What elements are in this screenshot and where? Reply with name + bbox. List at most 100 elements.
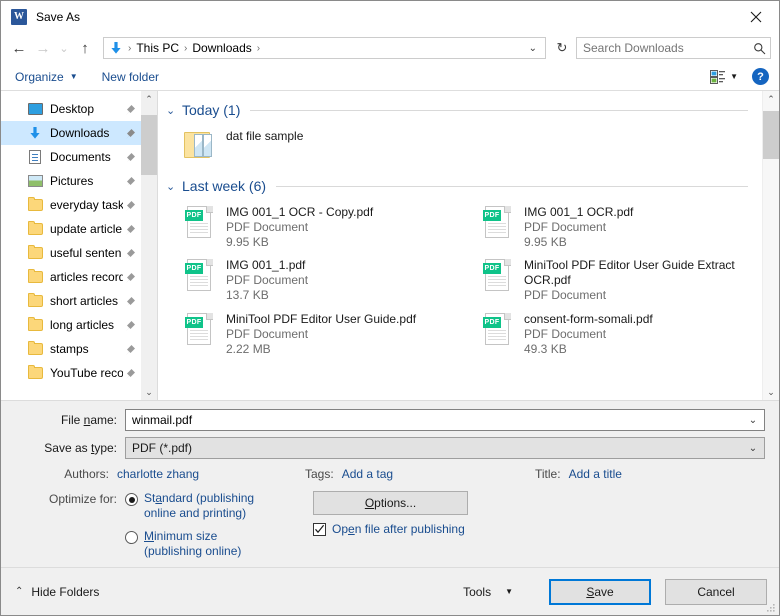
chevron-down-icon[interactable]: ⌄ <box>742 415 764 426</box>
hide-folders-button[interactable]: ⌃ Hide Folders <box>15 585 99 599</box>
tags-value[interactable]: Add a tag <box>342 467 393 481</box>
file-name: IMG 001_1.pdf <box>226 258 306 272</box>
open-after-publishing-checkbox[interactable] <box>313 522 326 536</box>
list-item[interactable]: PDF MiniTool PDF Editor User Guide.pdf P… <box>166 308 464 361</box>
sidebar-item-short-articles[interactable]: short articles <box>1 289 141 313</box>
address-bar[interactable]: › This PC › Downloads › ⌄ <box>103 37 546 59</box>
sidebar-item-youtube-recommend[interactable]: YouTube reco <box>1 361 141 385</box>
tools-button[interactable]: Tools ▼ <box>463 585 513 599</box>
forward-icon[interactable]: → <box>31 36 55 60</box>
chevron-down-icon[interactable]: ⌄ <box>742 443 764 454</box>
file-list-scrollbar[interactable]: ⌃ ⌄ <box>762 91 779 400</box>
scroll-thumb[interactable] <box>141 115 157 175</box>
file-grid-last-week: PDF IMG 001_1 OCR - Copy.pdf PDF Documen… <box>166 201 762 361</box>
list-item[interactable]: PDF IMG 001_1 OCR - Copy.pdf PDF Documen… <box>166 201 464 254</box>
sidebar-item-everyday-task[interactable]: everyday task <box>1 193 141 217</box>
sidebar-item-useful-sentences[interactable]: useful senten <box>1 241 141 265</box>
close-icon[interactable] <box>733 1 779 33</box>
pin-icon[interactable] <box>123 152 137 163</box>
pin-icon[interactable] <box>123 344 137 355</box>
scroll-down-icon[interactable]: ⌄ <box>141 384 157 400</box>
scroll-down-icon[interactable]: ⌄ <box>763 384 779 400</box>
breadcrumb-downloads[interactable]: Downloads <box>189 41 254 55</box>
scroll-up-icon[interactable]: ⌃ <box>763 91 779 107</box>
list-item[interactable]: PDF consent-form-somali.pdf PDF Document… <box>464 308 762 361</box>
sidebar-item-long-articles[interactable]: long articles <box>1 313 141 337</box>
organize-button[interactable]: Organize ▼ <box>15 70 78 84</box>
breadcrumb-separator: › <box>128 42 132 54</box>
recent-locations-icon[interactable]: ⌄ <box>55 36 73 60</box>
save-button[interactable]: Save <box>549 578 651 605</box>
new-folder-button[interactable]: New folder <box>102 70 159 84</box>
sidebar-item-articles-record[interactable]: articles record <box>1 265 141 289</box>
file-name-input[interactable] <box>126 412 742 428</box>
browser-area: Desktop Downloads Documents Pictures eve… <box>1 91 779 401</box>
sidebar-item-documents[interactable]: Documents <box>1 145 141 169</box>
back-icon[interactable]: ← <box>7 36 31 60</box>
cancel-button[interactable]: Cancel <box>665 578 767 605</box>
title-value[interactable]: Add a title <box>569 467 622 481</box>
pin-icon[interactable] <box>123 104 137 115</box>
search-input[interactable] <box>577 40 748 56</box>
pin-icon[interactable] <box>123 368 137 379</box>
list-item[interactable]: PDF IMG 001_1 OCR.pdf PDF Document 9.95 … <box>464 201 762 254</box>
scroll-thumb[interactable] <box>763 111 779 159</box>
chevron-down-icon[interactable]: ⌄ <box>166 180 182 193</box>
pin-icon[interactable] <box>123 320 137 331</box>
chevron-down-icon[interactable]: ⌄ <box>166 104 182 117</box>
radio-minimum-size-indicator[interactable] <box>125 531 138 544</box>
scroll-track[interactable] <box>141 107 157 384</box>
options-button[interactable]: Options... <box>313 491 468 515</box>
group-rule <box>250 109 748 111</box>
sidebar-item-downloads[interactable]: Downloads <box>1 121 141 145</box>
pdf-icon: PDF <box>182 312 216 357</box>
pin-icon[interactable] <box>123 272 137 283</box>
pin-icon[interactable] <box>123 248 137 259</box>
refresh-icon[interactable]: ↻ <box>552 37 572 59</box>
search-icon[interactable] <box>748 42 770 55</box>
open-after-publishing-row[interactable]: Open file after publishing <box>313 522 765 536</box>
save-as-type-combo[interactable]: PDF (*.pdf) ⌄ <box>125 437 765 459</box>
folder-icon <box>27 245 43 261</box>
file-size: 49.3 KB <box>524 342 567 356</box>
tools-label: Tools <box>463 584 492 599</box>
file-size: 13.7 KB <box>226 288 269 302</box>
file-type: PDF Document <box>226 220 309 234</box>
list-item[interactable]: PDF MiniTool PDF Editor User Guide Extra… <box>464 254 762 308</box>
sidebar-item-desktop[interactable]: Desktop <box>1 97 141 121</box>
search-box[interactable] <box>576 37 771 59</box>
up-one-level-icon[interactable]: ↑ <box>73 36 97 60</box>
group-header-today[interactable]: ⌄ Today (1) <box>166 97 762 123</box>
chevron-down-icon: ▼ <box>69 72 78 81</box>
list-item[interactable]: dat file sample <box>166 125 464 173</box>
breadcrumb-this-pc[interactable]: This PC <box>133 41 182 55</box>
pin-icon[interactable] <box>123 200 137 211</box>
new-folder-label: New folder <box>101 69 159 84</box>
radio-minimum-size[interactable]: Minimum size (publishing online) <box>125 529 295 559</box>
file-meta: consent-form-somali.pdf PDF Document 49.… <box>524 312 756 357</box>
sidebar-item-pictures[interactable]: Pictures <box>1 169 141 193</box>
radio-standard[interactable]: Standard (publishing online and printing) <box>125 491 295 521</box>
view-dropdown-icon[interactable]: ▼ <box>730 72 738 81</box>
change-view-icon[interactable] <box>708 69 726 85</box>
pin-icon[interactable] <box>123 128 137 139</box>
file-meta: IMG 001_1.pdf PDF Document 13.7 KB <box>226 258 458 304</box>
authors-value[interactable]: charlotte zhang <box>117 467 199 481</box>
sidebar-scrollbar[interactable]: ⌃ ⌄ <box>141 91 157 400</box>
group-header-last-week[interactable]: ⌄ Last week (6) <box>166 173 762 199</box>
scroll-track[interactable] <box>763 107 779 384</box>
folder-documents-icon <box>182 129 216 169</box>
sidebar-item-stamps[interactable]: stamps <box>1 337 141 361</box>
radio-standard-indicator[interactable] <box>125 493 138 506</box>
list-item[interactable]: PDF IMG 001_1.pdf PDF Document 13.7 KB <box>166 254 464 308</box>
help-icon[interactable]: ? <box>752 68 769 85</box>
pin-icon[interactable] <box>123 176 137 187</box>
file-name-combo[interactable]: ⌄ <box>125 409 765 431</box>
sidebar-item-update-article[interactable]: update article <box>1 217 141 241</box>
pdf-icon: PDF <box>480 312 514 357</box>
scroll-up-icon[interactable]: ⌃ <box>141 91 157 107</box>
resize-grip[interactable] <box>766 602 776 612</box>
pin-icon[interactable] <box>123 224 137 235</box>
address-dropdown-icon[interactable]: ⌄ <box>521 43 545 54</box>
pin-icon[interactable] <box>123 296 137 307</box>
